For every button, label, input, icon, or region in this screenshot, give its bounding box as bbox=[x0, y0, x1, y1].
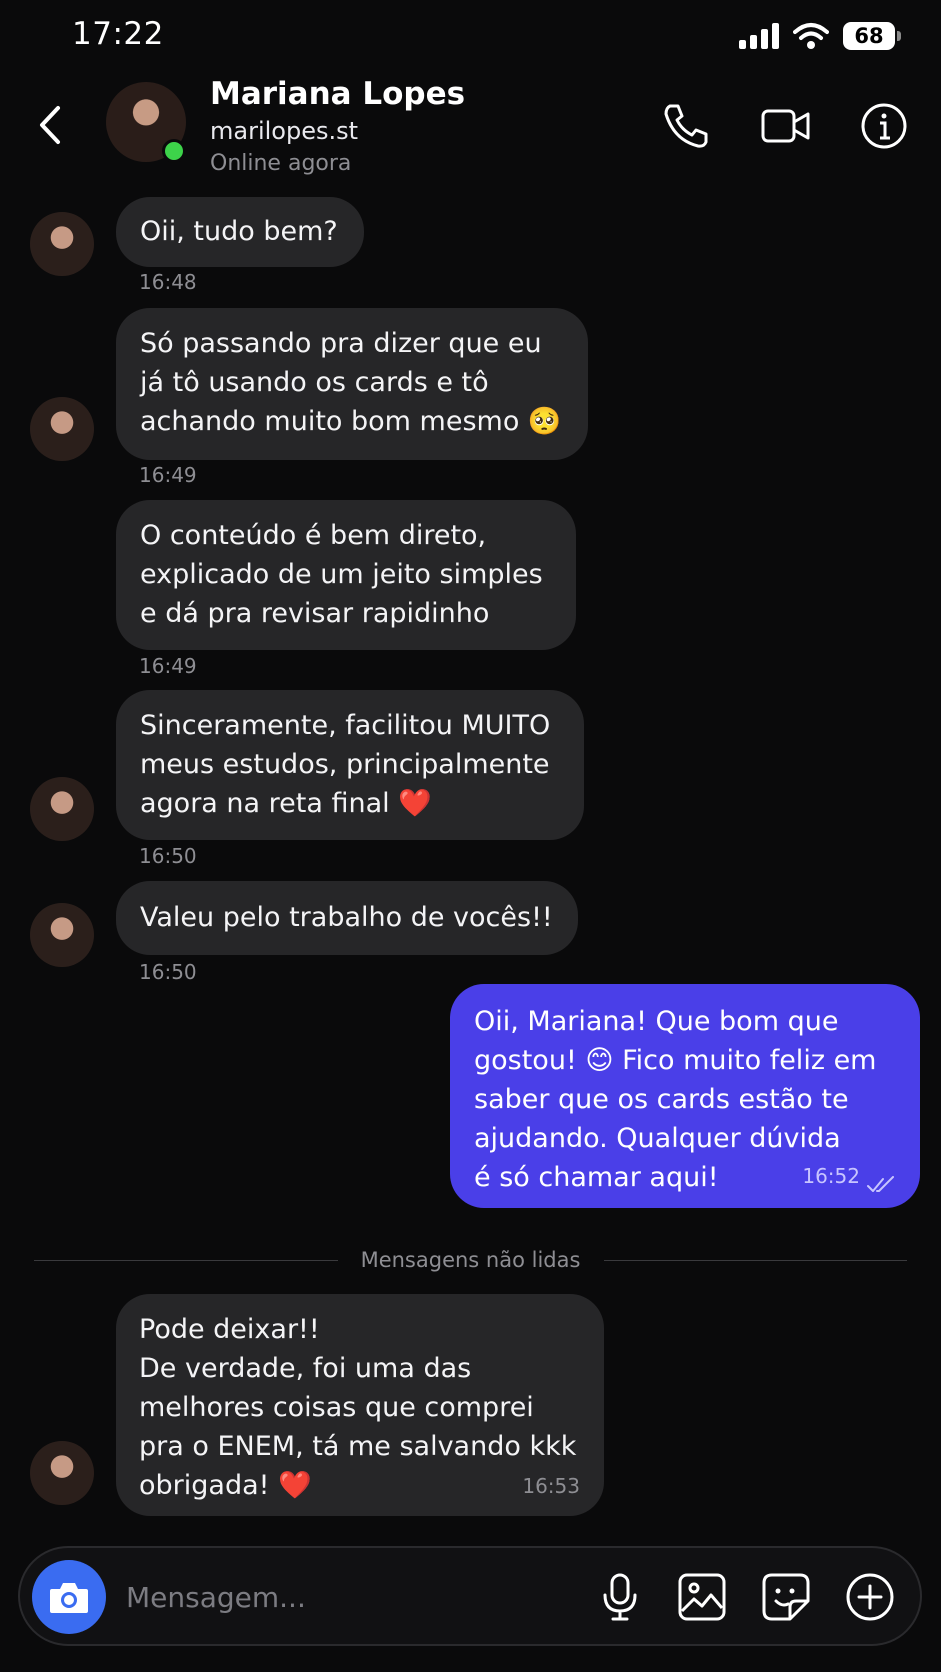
message-line: melhores coisas que comprei bbox=[139, 1392, 534, 1423]
camera-button[interactable] bbox=[32, 1560, 106, 1634]
message-composer bbox=[18, 1546, 922, 1646]
message-line: Oii, Mariana! Que bom que bbox=[474, 1006, 839, 1037]
status-time: 17:22 bbox=[72, 16, 164, 52]
sticker-icon[interactable] bbox=[760, 1571, 812, 1623]
message-line: explicado de um jeito simples bbox=[140, 559, 543, 590]
message-bubble[interactable]: Sinceramente, facilitou MUITO meus estud… bbox=[116, 690, 584, 840]
back-arrow-icon[interactable] bbox=[30, 100, 70, 150]
message-time: 16:50 bbox=[139, 844, 197, 868]
message-line: obrigada! ❤️ bbox=[139, 1470, 312, 1501]
double-check-icon bbox=[867, 1176, 894, 1192]
battery-icon: 68 bbox=[843, 22, 901, 50]
message-input[interactable] bbox=[126, 1574, 546, 1620]
signal-icon bbox=[739, 23, 779, 49]
camera-icon bbox=[50, 1583, 88, 1613]
divider-line bbox=[604, 1260, 907, 1261]
message-line: saber que os cards estão te bbox=[474, 1084, 849, 1115]
message-line: e dá pra revisar rapidinho bbox=[140, 598, 490, 629]
message-line: Só passando pra dizer que eu bbox=[140, 328, 542, 359]
message-bubble[interactable]: Pode deixar!! De verdade, foi uma das me… bbox=[116, 1294, 604, 1516]
microphone-icon[interactable] bbox=[594, 1571, 646, 1623]
chat-screen: 17:22 68 Mariana Lopes marilopes.st Onli… bbox=[0, 0, 941, 1672]
message-line: Sinceramente, facilitou MUITO bbox=[140, 710, 551, 741]
status-icons: 68 bbox=[739, 22, 901, 50]
message-line: Valeu pelo trabalho de vocês!! bbox=[140, 902, 553, 933]
message-line: O conteúdo é bem direto, bbox=[140, 520, 487, 551]
sent-message-bubble[interactable]: Oii, Mariana! Que bom que gostou! 😊 Fico… bbox=[450, 984, 920, 1208]
message-line: já tô usando os cards e tô bbox=[140, 367, 489, 398]
message-line: De verdade, foi uma das bbox=[139, 1353, 472, 1384]
sender-avatar[interactable] bbox=[30, 397, 94, 461]
wifi-icon bbox=[793, 23, 829, 49]
message-time: 16:53 bbox=[522, 1474, 580, 1498]
message-bubble[interactable]: Só passando pra dizer que eu já tô usand… bbox=[116, 308, 588, 460]
unread-divider: Mensagens não lidas bbox=[0, 1248, 941, 1272]
sender-avatar[interactable] bbox=[30, 903, 94, 967]
message-line: Oii, tudo bem? bbox=[140, 216, 338, 247]
message-line: Pode deixar!! bbox=[139, 1314, 320, 1345]
online-indicator bbox=[162, 139, 186, 163]
info-icon[interactable] bbox=[858, 100, 910, 152]
sender-avatar[interactable] bbox=[30, 1441, 94, 1505]
message-time: 16:49 bbox=[139, 463, 197, 487]
contact-handle: marilopes.st bbox=[210, 117, 359, 145]
phone-icon[interactable] bbox=[660, 100, 712, 152]
message-time: 16:50 bbox=[139, 960, 197, 984]
message-time: 16:48 bbox=[139, 270, 197, 294]
message-line: meus estudos, principalmente bbox=[140, 749, 550, 780]
video-camera-icon[interactable] bbox=[760, 100, 812, 152]
message-line: pra o ENEM, tá me salvando kkk bbox=[139, 1431, 577, 1462]
plus-circle-icon[interactable] bbox=[844, 1571, 896, 1623]
message-line: gostou! 😊 Fico muito feliz em bbox=[474, 1045, 877, 1076]
message-bubble[interactable]: Oii, tudo bem? bbox=[116, 197, 364, 267]
sender-avatar[interactable] bbox=[30, 212, 94, 276]
message-line: ajudando. Qualquer dúvida bbox=[474, 1123, 841, 1154]
image-icon[interactable] bbox=[676, 1571, 728, 1623]
message-time: 16:49 bbox=[139, 654, 197, 678]
message-bubble[interactable]: O conteúdo é bem direto, explicado de um… bbox=[116, 500, 576, 650]
sender-avatar[interactable] bbox=[30, 777, 94, 841]
message-line: agora na reta final ❤️ bbox=[140, 788, 432, 819]
contact-name[interactable]: Mariana Lopes bbox=[210, 76, 465, 112]
message-line: achando muito bom mesmo 🥺 bbox=[140, 406, 562, 437]
message-time: 16:52 bbox=[802, 1164, 860, 1188]
contact-status: Online agora bbox=[210, 151, 352, 176]
message-bubble[interactable]: Valeu pelo trabalho de vocês!! bbox=[116, 881, 578, 955]
